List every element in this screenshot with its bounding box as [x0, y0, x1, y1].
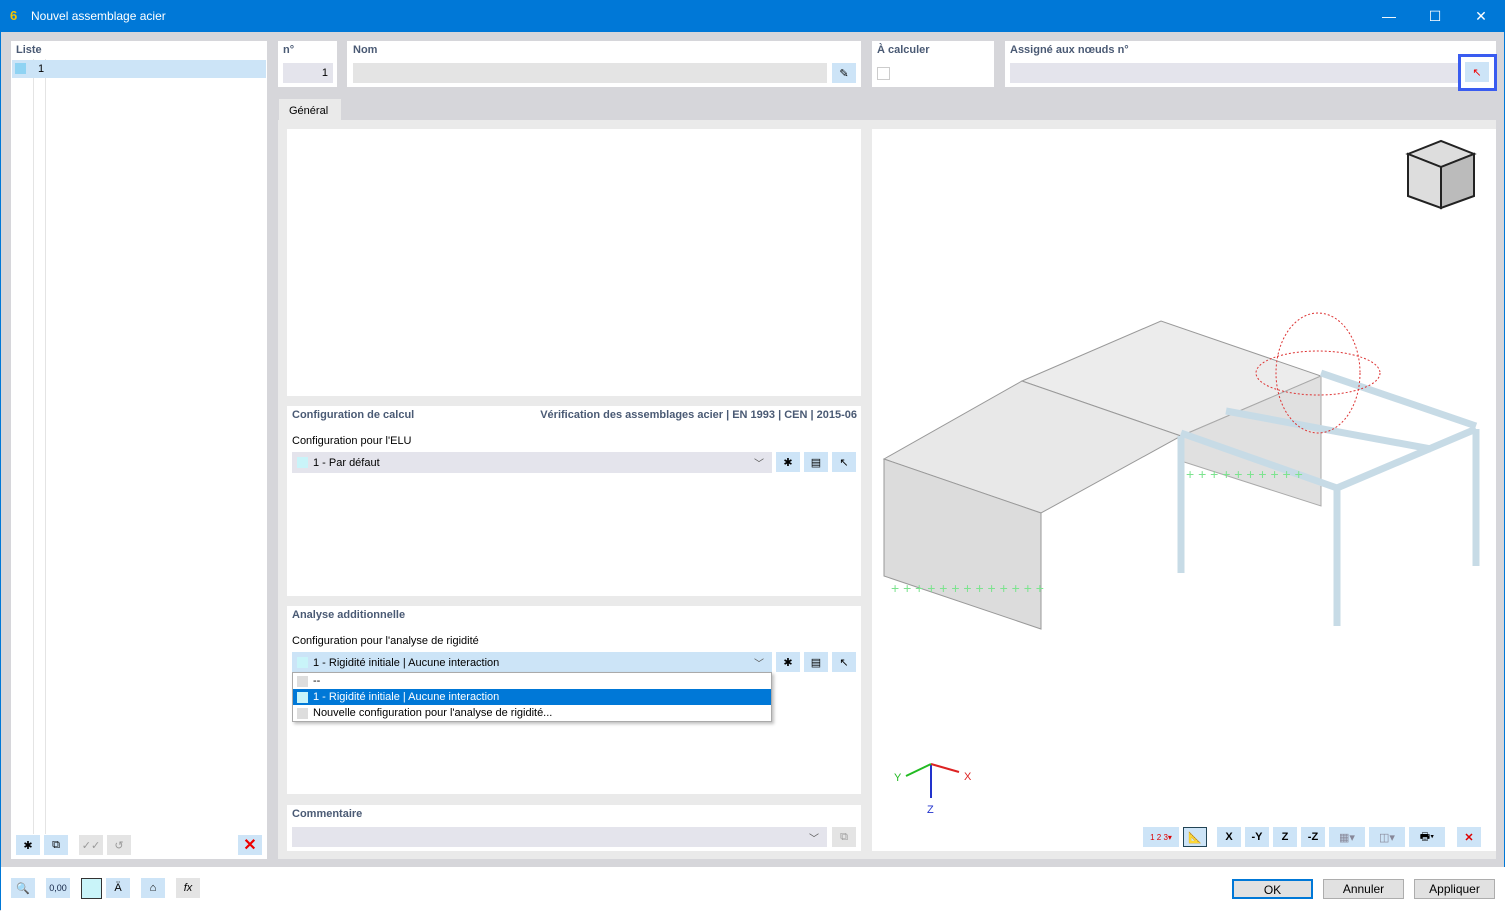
- number-label: n°: [283, 44, 295, 56]
- calc-config-title: Configuration de calcul: [292, 409, 415, 421]
- assigned-field[interactable]: [1010, 63, 1460, 83]
- close-button[interactable]: ✕: [1458, 1, 1504, 32]
- check-all-button[interactable]: ✓✓: [79, 835, 103, 855]
- tab-general[interactable]: Général: [279, 99, 341, 121]
- pick-nodes-button[interactable]: ↖: [1458, 54, 1497, 91]
- minimize-button[interactable]: —: [1366, 1, 1412, 32]
- standard-label: Vérification des assemblages acier | EN …: [540, 409, 857, 421]
- copy-item-button[interactable]: ⧉: [44, 835, 68, 855]
- edit-stiffness-icon[interactable]: ▤: [804, 652, 828, 672]
- to-calculate-panel: À calculer: [872, 41, 994, 87]
- to-calculate-label: À calculer: [877, 44, 930, 56]
- list-panel: Liste 1 ✱ ⧉ ✓✓ ↺ ✕: [11, 41, 267, 859]
- stiffness-label: Configuration pour l'analyse de rigidité: [292, 635, 479, 647]
- uncheck-button[interactable]: ↺: [107, 835, 131, 855]
- axes-icon: X Y Z: [894, 763, 972, 816]
- uls-label: Configuration pour l'ELU: [292, 435, 412, 447]
- window-title: Nouvel assemblage acier: [31, 9, 166, 23]
- assigned-panel: Assigné aux nœuds n° ↖: [1005, 41, 1497, 91]
- comment-field[interactable]: ﹀: [292, 827, 827, 847]
- view-minus-z-button[interactable]: -Z: [1301, 827, 1325, 847]
- app-icon: 6: [10, 8, 18, 23]
- stiffness-dropdown-list: -- 1 - Rigidité initiale | Aucune intera…: [292, 672, 772, 722]
- color-swatch: [15, 63, 26, 74]
- delete-button[interactable]: ✕: [238, 835, 262, 855]
- search-icon[interactable]: 🔍: [11, 878, 35, 898]
- numbering-button[interactable]: 1 2 3 ▾: [1143, 827, 1179, 847]
- maximize-button[interactable]: ☐: [1412, 1, 1458, 32]
- print-button[interactable]: 🖶▾: [1409, 827, 1445, 847]
- units-button[interactable]: 0,00: [46, 878, 70, 898]
- model-drawing: + + + + + + + + + + + + + + + + + + + + …: [882, 139, 1480, 816]
- calc-config-section: Configuration de calcul Vérification des…: [287, 406, 861, 596]
- select-stiffness-icon[interactable]: ↖: [832, 652, 856, 672]
- comment-copy-icon[interactable]: ⧉: [832, 827, 856, 847]
- display-settings-button[interactable]: 📐: [1183, 827, 1207, 847]
- new-item-button[interactable]: ✱: [16, 835, 40, 855]
- svg-text:+ + + + + + + + + + + + +: + + + + + + + + + + + + +: [891, 580, 1044, 596]
- apply-button[interactable]: Appliquer: [1414, 879, 1495, 899]
- 3d-view[interactable]: + + + + + + + + + + + + + + + + + + + + …: [872, 129, 1496, 851]
- view-cube-icon: [1405, 139, 1477, 210]
- svg-text:+ + + + + + + + + +: + + + + + + + + + +: [1186, 466, 1303, 482]
- list-header: Liste: [16, 44, 42, 56]
- new-stiffness-icon[interactable]: ✱: [776, 652, 800, 672]
- view-x-button[interactable]: X: [1217, 827, 1241, 847]
- render-mode-button[interactable]: ▦▾: [1329, 827, 1365, 847]
- uls-value: 1 - Par défaut: [313, 457, 380, 469]
- info-icon[interactable]: Ä: [106, 878, 130, 898]
- pick-cursor-icon: ↖: [1465, 62, 1489, 82]
- title-bar: 6 Nouvel assemblage acier — ☐ ✕: [1, 1, 1505, 32]
- stiffness-dropdown[interactable]: 1 - Rigidité initiale | Aucune interacti…: [292, 652, 772, 673]
- to-calculate-checkbox[interactable]: [877, 67, 890, 80]
- model-view-icon[interactable]: ⌂: [141, 878, 165, 898]
- edit-config-icon[interactable]: ▤: [804, 452, 828, 472]
- additional-title: Analyse additionnelle: [292, 609, 406, 621]
- name-field[interactable]: [353, 63, 827, 83]
- option-none[interactable]: --: [293, 673, 771, 689]
- option-initial-stiffness[interactable]: 1 - Rigidité initiale | Aucune interacti…: [293, 689, 771, 705]
- image-area: [287, 129, 861, 396]
- color-swatch: [297, 657, 308, 668]
- chevron-down-icon: ﹀: [809, 834, 819, 845]
- assigned-label: Assigné aux nœuds n°: [1010, 44, 1129, 56]
- chevron-down-icon: ﹀: [754, 459, 764, 470]
- edit-name-icon[interactable]: ✎: [832, 63, 856, 83]
- wireframe-button[interactable]: ◫▾: [1369, 827, 1405, 847]
- list-item[interactable]: 1: [12, 60, 266, 78]
- function-icon[interactable]: fx: [176, 878, 200, 898]
- axis-y-label: Y: [894, 772, 902, 784]
- axis-x-label: X: [964, 771, 972, 783]
- comment-section: Commentaire ﹀ ⧉: [287, 805, 861, 851]
- axis-z-label: Z: [927, 804, 934, 816]
- color-swatch: [297, 457, 308, 468]
- chevron-down-icon: ﹀: [754, 659, 764, 670]
- bottom-bar: 🔍 0,00 Ä ⌂ fx OK Annuler Appliquer: [1, 867, 1505, 911]
- stiffness-value: 1 - Rigidité initiale | Aucune interacti…: [313, 657, 500, 669]
- number-field[interactable]: 1: [283, 63, 333, 83]
- ok-button[interactable]: OK: [1232, 879, 1313, 899]
- color-button[interactable]: [81, 878, 102, 899]
- comment-title: Commentaire: [292, 808, 363, 820]
- reset-view-icon[interactable]: ✕: [1457, 827, 1481, 847]
- view-z-button[interactable]: Z: [1273, 827, 1297, 847]
- uls-dropdown[interactable]: 1 - Par défaut ﹀: [292, 452, 772, 473]
- number-panel: n° 1: [278, 41, 337, 87]
- select-config-icon[interactable]: ↖: [832, 452, 856, 472]
- cancel-button[interactable]: Annuler: [1323, 879, 1404, 899]
- list-item-number: 1: [38, 63, 45, 75]
- name-panel: Nom ✎: [347, 41, 861, 87]
- new-config-icon[interactable]: ✱: [776, 452, 800, 472]
- view-y-button[interactable]: -Y: [1245, 827, 1269, 847]
- name-label: Nom: [353, 44, 378, 56]
- option-new-config[interactable]: Nouvelle configuration pour l'analyse de…: [293, 705, 771, 721]
